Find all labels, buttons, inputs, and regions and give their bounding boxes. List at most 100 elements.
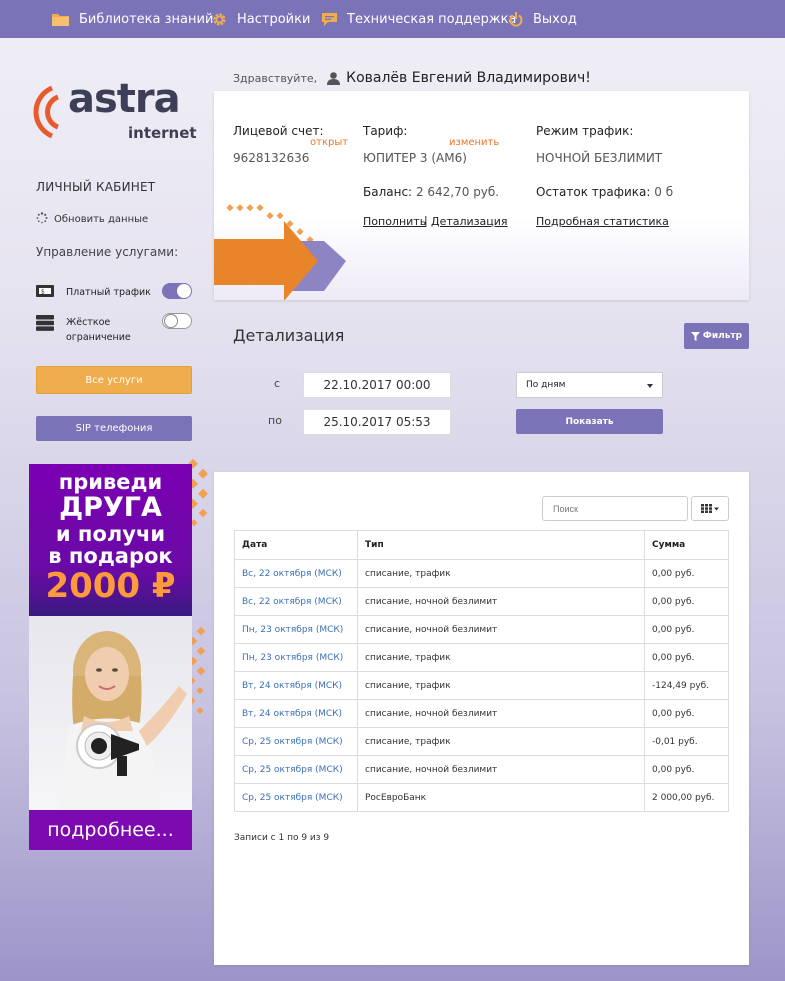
column-header-type[interactable]: Тип	[357, 530, 645, 560]
tariff-change-link[interactable]: изменить	[449, 137, 499, 148]
banner-more-link[interactable]: подробнее...	[29, 810, 192, 850]
cell-type: РосЕвроБанк	[357, 783, 645, 812]
date-to-input[interactable]: 25.10.2017 05:53	[303, 409, 451, 435]
filter-button[interactable]: Фильтр	[684, 323, 749, 349]
greeting: Здравствуйте, Ковалёв Евгений Владимиров…	[233, 70, 591, 86]
cell-date[interactable]: Пн, 23 октября (МСК)	[234, 615, 358, 644]
greeting-hello: Здравствуйте,	[233, 71, 318, 85]
top-nav: Библиотека знаний Настройки Техническая …	[0, 0, 785, 38]
remain-value: 0 б	[654, 185, 674, 199]
cell-date[interactable]: Пн, 23 октября (МСК)	[234, 643, 358, 672]
nav-settings[interactable]: Настройки	[212, 0, 310, 38]
account-status: открыт	[310, 137, 349, 148]
tariff-value: ЮПИТЕР 3 (АМ6)	[363, 151, 467, 165]
table-row: Вт, 24 октября (МСК) списание, трафик -124…	[234, 671, 729, 700]
cell-date[interactable]: Ср, 25 октября (МСК)	[234, 783, 358, 812]
nav-label: Библиотека знаний	[79, 11, 214, 27]
banner-line: ДРУГА	[59, 492, 162, 523]
cell-type: списание, трафик	[357, 671, 645, 700]
cell-date[interactable]: Вс, 22 октября (МСК)	[234, 559, 358, 588]
service-label: Платный трафик	[66, 287, 151, 298]
chat-icon	[322, 12, 337, 26]
table-header-row: Дата Тип Сумма	[234, 530, 729, 560]
account-card: Лицевой счет: открыт 9628132636 Тариф: и…	[214, 91, 749, 300]
power-icon	[509, 11, 523, 27]
paid-traffic-toggle[interactable]	[162, 283, 192, 299]
cell-date[interactable]: Вс, 22 октября (МСК)	[234, 587, 358, 616]
column-header-sum[interactable]: Сумма	[644, 530, 729, 560]
cell-type: списание, ночной безлимит	[357, 755, 645, 784]
nav-support[interactable]: Техническая поддержка	[322, 0, 516, 38]
traffic-remain: Остаток трафика: 0 б	[536, 185, 673, 199]
filter-label: Фильтр	[702, 331, 743, 341]
cell-sum: -124,49 руб.	[644, 671, 729, 700]
nav-label: Выход	[533, 11, 577, 27]
group-by-select[interactable]: По дням	[516, 372, 663, 398]
details-table-panel: Дата Тип Сумма Вс, 22 октября (МСК)списа…	[214, 472, 749, 965]
banner-top: приведи ДРУГА и получи в подарок 2000 ₽	[29, 464, 192, 616]
user-name: Ковалёв Евгений Владимирович!	[346, 70, 591, 86]
cell-type: списание, ночной безлимит	[357, 699, 645, 728]
details-link[interactable]: Детализация	[431, 215, 508, 228]
cell-sum: 0,00 руб.	[644, 559, 729, 588]
arrow-decor	[214, 204, 346, 300]
topup-link[interactable]: Пополнить	[363, 215, 426, 228]
balance: Баланс: 2 642,70 руб.	[363, 185, 499, 199]
balance-value: 2 642,70 руб.	[415, 185, 500, 199]
mode-label: Режим трафик:	[536, 124, 634, 138]
refresh-data-link[interactable]: Обновить данные	[36, 212, 148, 227]
cell-sum: 0,00 руб.	[644, 699, 729, 728]
gear-icon	[212, 12, 227, 27]
service-paid-traffic: $ Платный трафик	[36, 284, 151, 301]
folder-icon	[52, 12, 69, 26]
table-row: Вс, 22 октября (МСК) списание, трафик 0,00…	[234, 559, 729, 588]
caret-down-icon	[647, 384, 653, 388]
banner-line: в подарок	[48, 544, 173, 568]
table-search-input[interactable]	[542, 496, 688, 521]
service-label: Жёсткое ограничение	[66, 317, 131, 343]
manage-services-label: Управление услугами:	[36, 245, 179, 259]
banner-line: и получи	[55, 522, 166, 546]
table-row: Вс, 22 октября (МСК) списание, ночной без…	[234, 587, 729, 616]
columns-button[interactable]	[691, 496, 729, 521]
astra-logo: astra internet	[30, 76, 197, 144]
spinner-icon	[36, 212, 48, 227]
cell-date[interactable]: Вт, 24 октября (МСК)	[234, 671, 358, 700]
cell-date[interactable]: Ср, 25 октября (МСК)	[234, 755, 358, 784]
table-row: Вт, 24 октября (МСК) списание, ночной без…	[234, 699, 729, 728]
cell-type: списание, ночной безлимит	[357, 587, 645, 616]
promo-banner[interactable]: приведи ДРУГА и получи в подарок 2000 ₽	[29, 464, 192, 850]
banner-price: 2000 ₽	[45, 566, 176, 606]
column-header-date[interactable]: Дата	[234, 530, 358, 560]
group-by-value: По дням	[526, 380, 566, 390]
cell-date[interactable]: Вт, 24 октября (МСК)	[234, 699, 358, 728]
details-table: Дата Тип Сумма Вс, 22 октября (МСК) списа…	[234, 530, 729, 812]
cell-type: списание, трафик	[357, 643, 645, 672]
cabinet-title: ЛИЧНЫЙ КАБИНЕТ	[36, 180, 156, 194]
money-icon: $	[36, 284, 54, 301]
table-row: Ср, 25 октября (МСК) списание, трафик -0,0…	[234, 727, 729, 756]
svg-text:$: $	[41, 289, 45, 296]
all-services-button[interactable]: Все услуги	[36, 366, 192, 394]
link-separator: |	[424, 214, 428, 227]
grid-icon	[701, 504, 719, 513]
service-hard-limit: Жёсткое ограничение	[36, 315, 146, 345]
table-row: Пн, 23 октября (МСК) списание, трафик 0,00…	[234, 643, 729, 672]
sip-telephony-button[interactable]: SIP телефония	[36, 416, 192, 441]
logo-word: astra	[68, 76, 181, 122]
nav-logout[interactable]: Выход	[509, 0, 577, 38]
table-row: Ср, 25 октября (МСК) списание, ночной без…	[234, 755, 729, 784]
cell-date[interactable]: Ср, 25 октября (МСК)	[234, 727, 358, 756]
balance-label: Баланс:	[363, 185, 413, 199]
tariff-label: Тариф:	[363, 124, 408, 138]
logo-sub: internet	[128, 124, 197, 142]
table-row: Пн, 23 октября (МСК) списание, ночной без…	[234, 615, 729, 644]
show-button[interactable]: Показать	[516, 409, 663, 434]
nav-knowledge-base[interactable]: Библиотека знаний	[52, 0, 213, 38]
date-from-input[interactable]: 22.10.2017 00:00	[303, 372, 451, 398]
server-icon	[36, 315, 54, 334]
hard-limit-toggle[interactable]	[162, 313, 192, 329]
banner-photo	[29, 616, 192, 810]
remain-label: Остаток трафика:	[536, 185, 651, 199]
stats-link[interactable]: Подробная статистика	[536, 215, 669, 228]
